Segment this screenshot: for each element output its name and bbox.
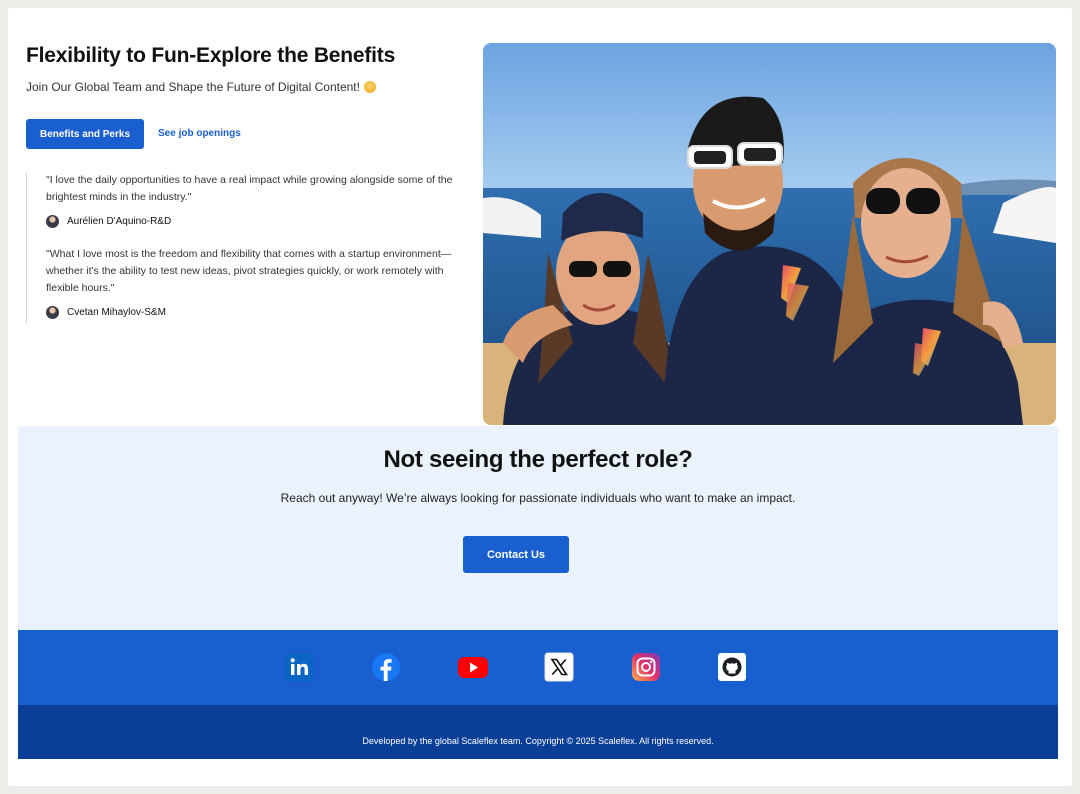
- testimonial-quote: "What I love most is the freedom and fle…: [46, 248, 452, 294]
- smiley-emoji-icon: [363, 81, 376, 93]
- linkedin-icon[interactable]: [284, 652, 314, 682]
- x-icon[interactable]: [544, 652, 574, 682]
- hero-subtitle-text: Join Our Global Team and Shape the Futur…: [26, 80, 360, 94]
- site-footer: Developed by the global Scaleflex team. …: [18, 705, 1058, 759]
- youtube-icon[interactable]: [458, 652, 488, 682]
- github-icon[interactable]: [717, 652, 747, 682]
- benefits-and-perks-button[interactable]: Benefits and Perks: [26, 119, 144, 149]
- hero-subtitle: Join Our Global Team and Shape the Futur…: [26, 80, 376, 94]
- testimonial-author: Aurélien D'Aquino-R&D: [46, 212, 456, 230]
- testimonial-quote: "I love the daily opportunities to have …: [46, 174, 453, 203]
- cta-text: Reach out anyway! We’re always looking f…: [280, 491, 796, 505]
- testimonial-author-name: Cvetan Mihaylov-S&M: [67, 306, 166, 318]
- page-title: Flexibility to Fun-Explore the Benefits: [26, 44, 396, 67]
- contact-us-button[interactable]: Contact Us: [463, 536, 569, 573]
- testimonials: "I love the daily opportunities to have …: [26, 172, 456, 324]
- team-photo-illustration: [483, 43, 1056, 425]
- team-photo: [483, 43, 1056, 425]
- benefits-hero: Flexibility to Fun-Explore the Benefits …: [18, 30, 1058, 426]
- avatar: [46, 305, 59, 319]
- social-bar: [18, 630, 1058, 705]
- cta-title: Not seeing the perfect role?: [383, 446, 693, 473]
- contact-cta: Not seeing the perfect role? Reach out a…: [18, 426, 1058, 630]
- see-job-openings-link[interactable]: See job openings: [158, 128, 241, 139]
- facebook-icon[interactable]: [371, 652, 401, 682]
- avatar: [46, 214, 59, 228]
- testimonial-author: Cvetan Mihaylov-S&M: [46, 303, 456, 321]
- instagram-icon[interactable]: [631, 652, 661, 682]
- testimonial-author-name: Aurélien D'Aquino-R&D: [67, 215, 172, 227]
- copyright-text: Developed by the global Scaleflex team. …: [362, 736, 714, 746]
